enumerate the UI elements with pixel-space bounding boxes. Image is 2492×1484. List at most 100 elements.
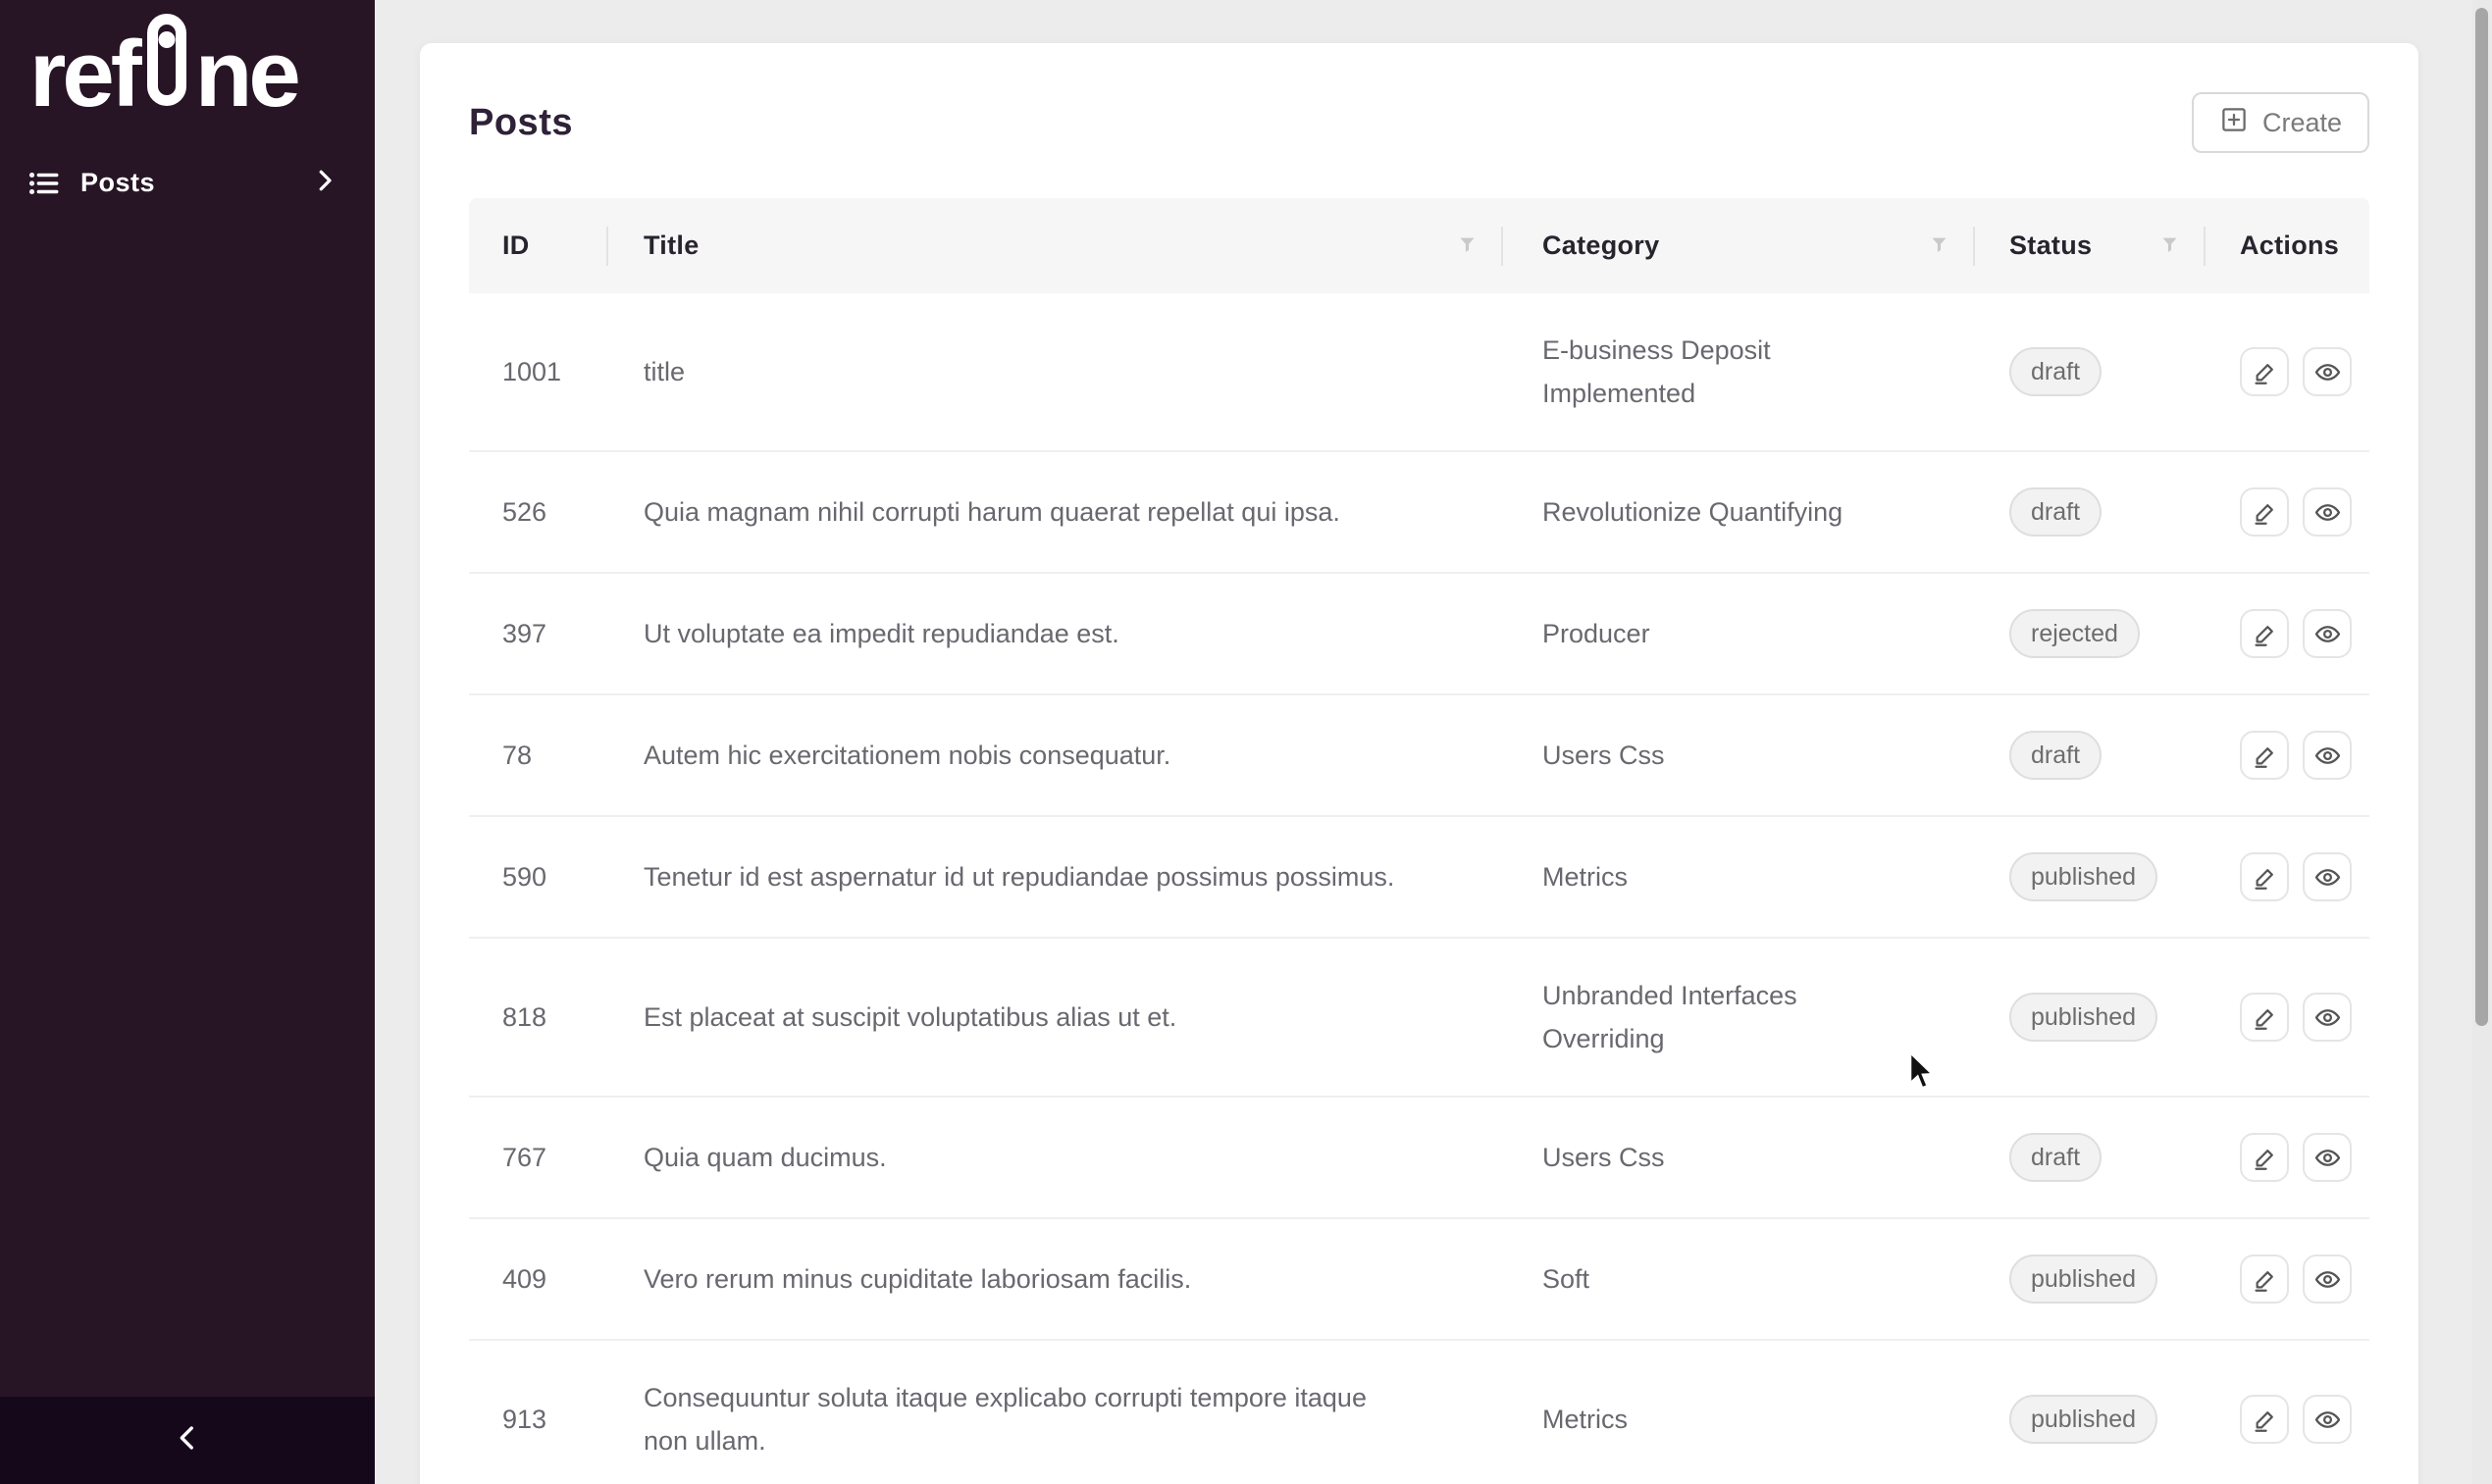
post-title: title: [608, 293, 1503, 451]
logo-text-right: ne: [195, 23, 297, 127]
post-title: Quia magnam nihil corrupti harum quaerat…: [608, 451, 1503, 573]
status-badge: draft: [2009, 1133, 2102, 1182]
show-button[interactable]: [2303, 609, 2352, 658]
show-button[interactable]: [2303, 347, 2352, 396]
status-badge: draft: [2009, 487, 2102, 537]
sidebar-item-posts[interactable]: Posts: [0, 154, 375, 213]
chevron-right-icon: [310, 166, 339, 200]
post-category: Metrics: [1503, 816, 1975, 938]
post-category: Producer: [1503, 573, 1975, 694]
edit-button[interactable]: [2240, 1133, 2289, 1182]
status-badge: published: [2009, 1395, 2157, 1444]
edit-button[interactable]: [2240, 1254, 2289, 1304]
status-filter-button[interactable]: [2153, 230, 2186, 263]
category-filter-button[interactable]: [1922, 230, 1955, 263]
post-id: 590: [469, 816, 608, 938]
refine-logo: ref ne: [0, 0, 375, 127]
funnel-icon: [2159, 235, 2180, 256]
plus-square-icon: [2219, 105, 2249, 141]
pencil-icon: [2252, 359, 2278, 385]
edit-button[interactable]: [2240, 852, 2289, 901]
table-row: 590 Tenetur id est aspernatur id ut repu…: [469, 816, 2369, 938]
table-row: 818 Est placeat at suscipit voluptatibus…: [469, 938, 2369, 1097]
vertical-scrollbar[interactable]: [2472, 0, 2492, 1484]
table-row: 409 Vero rerum minus cupiditate laborios…: [469, 1218, 2369, 1340]
show-button[interactable]: [2303, 852, 2352, 901]
edit-button[interactable]: [2240, 609, 2289, 658]
chevron-left-icon: [171, 1421, 204, 1459]
eye-icon: [2313, 498, 2342, 527]
post-id: 818: [469, 938, 608, 1097]
post-category: Metrics: [1503, 1340, 1975, 1484]
show-button[interactable]: [2303, 487, 2352, 537]
eye-icon: [2313, 1406, 2342, 1434]
status-badge: published: [2009, 1254, 2157, 1304]
post-title: Autem hic exercitationem nobis consequat…: [608, 694, 1503, 816]
show-button[interactable]: [2303, 993, 2352, 1042]
column-header-title: Title: [608, 198, 1503, 293]
unordered-list-icon: [27, 167, 61, 200]
post-id: 913: [469, 1340, 608, 1484]
post-category: Soft: [1503, 1218, 1975, 1340]
edit-button[interactable]: [2240, 993, 2289, 1042]
column-header-category: Category: [1503, 198, 1975, 293]
create-button-label: Create: [2262, 108, 2342, 138]
show-button[interactable]: [2303, 731, 2352, 780]
post-title: Quia quam ducimus.: [608, 1097, 1503, 1218]
funnel-icon: [1929, 235, 1949, 256]
show-button[interactable]: [2303, 1254, 2352, 1304]
posts-list-card: Posts Create ID Title: [420, 43, 2418, 1484]
sidebar-item-label: Posts: [80, 168, 310, 198]
post-id: 78: [469, 694, 608, 816]
edit-button[interactable]: [2240, 347, 2289, 396]
post-id: 1001: [469, 293, 608, 451]
table-row: 767 Quia quam ducimus. Users Css draft: [469, 1097, 2369, 1218]
table-row: 913 Consequuntur soluta itaque explicabo…: [469, 1340, 2369, 1484]
post-category: Revolutionize Quantifying: [1503, 451, 1975, 573]
post-category: Users Css: [1503, 1097, 1975, 1218]
title-filter-button[interactable]: [1450, 230, 1483, 263]
logo-i-mark: [147, 14, 186, 106]
eye-icon: [2313, 1144, 2342, 1172]
post-id: 409: [469, 1218, 608, 1340]
sidebar: ref ne Posts: [0, 0, 375, 1484]
show-button[interactable]: [2303, 1133, 2352, 1182]
scrollbar-thumb[interactable]: [2475, 8, 2488, 1026]
status-badge: draft: [2009, 731, 2102, 780]
table-row: 397 Ut voluptate ea impedit repudiandae …: [469, 573, 2369, 694]
edit-button[interactable]: [2240, 731, 2289, 780]
create-button[interactable]: Create: [2192, 92, 2369, 153]
eye-icon: [2313, 742, 2342, 770]
post-title: Est placeat at suscipit voluptatibus ali…: [608, 938, 1503, 1097]
post-id: 397: [469, 573, 608, 694]
post-title: Vero rerum minus cupiditate laboriosam f…: [608, 1218, 1503, 1340]
edit-button[interactable]: [2240, 487, 2289, 537]
status-badge: published: [2009, 993, 2157, 1042]
status-badge: draft: [2009, 347, 2102, 396]
main-content: Posts Create ID Title: [375, 0, 2492, 1484]
pencil-icon: [2252, 1266, 2278, 1293]
table-row: 78 Autem hic exercitationem nobis conseq…: [469, 694, 2369, 816]
table-row: 526 Quia magnam nihil corrupti harum qua…: [469, 451, 2369, 573]
show-button[interactable]: [2303, 1395, 2352, 1444]
post-title: Ut voluptate ea impedit repudiandae est.: [608, 573, 1503, 694]
column-header-id: ID: [469, 198, 608, 293]
post-category: Unbranded Interfaces Overriding: [1503, 938, 1975, 1097]
sidebar-collapse-button[interactable]: [0, 1397, 375, 1484]
pencil-icon: [2252, 742, 2278, 769]
pencil-icon: [2252, 1145, 2278, 1171]
post-title: Tenetur id est aspernatur id ut repudian…: [608, 816, 1503, 938]
logo-text-left: ref: [29, 23, 138, 127]
edit-button[interactable]: [2240, 1395, 2289, 1444]
post-category: E-business Deposit Implemented: [1503, 293, 1975, 451]
eye-icon: [2313, 620, 2342, 648]
posts-table: ID Title Category: [469, 198, 2369, 1484]
logo-i-dot: [158, 31, 175, 48]
funnel-icon: [1457, 235, 1478, 256]
post-category: Users Css: [1503, 694, 1975, 816]
eye-icon: [2313, 1003, 2342, 1032]
pencil-icon: [2252, 499, 2278, 526]
pencil-icon: [2252, 621, 2278, 647]
pencil-icon: [2252, 864, 2278, 891]
eye-icon: [2313, 863, 2342, 892]
